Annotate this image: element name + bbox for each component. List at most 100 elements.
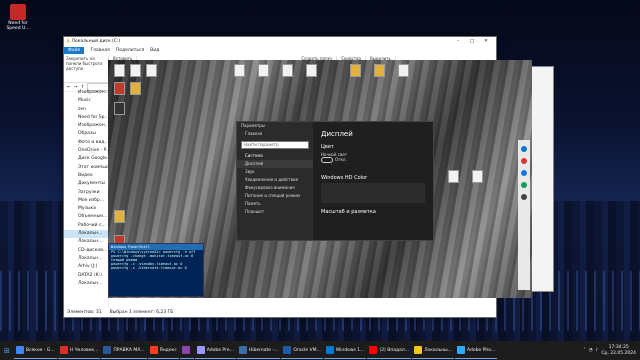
nav-item[interactable]: Изображен... xyxy=(64,89,108,97)
nav-item[interactable]: Локальн... xyxy=(64,238,108,246)
file-thumbnail[interactable] xyxy=(398,64,409,77)
settings-nav-item[interactable]: Планшет xyxy=(237,208,313,216)
nav-item[interactable]: Образы xyxy=(64,130,108,138)
nav-item[interactable]: Видео xyxy=(64,172,108,180)
file-thumbnail[interactable] xyxy=(234,64,245,77)
file-thumbnail[interactable] xyxy=(114,82,125,95)
tab-home[interactable]: Главная xyxy=(90,48,109,53)
file-thumbnail[interactable] xyxy=(282,64,293,77)
explorer-title: Локальный диск (C:) xyxy=(71,39,121,44)
nav-item[interactable]: CD-дисков... xyxy=(64,247,108,255)
settings-nav-item[interactable]: Питание и спящий режим xyxy=(237,192,313,200)
settings-nav-item[interactable]: Фокусировка внимания xyxy=(237,184,313,192)
file-thumbnail[interactable] xyxy=(114,102,125,115)
file-thumbnail[interactable] xyxy=(448,170,459,183)
status-selected: Выбран 1 элемент: 6,23 ГБ xyxy=(109,310,174,315)
start-button[interactable]: ⊞ xyxy=(0,347,14,355)
night-light-toggle[interactable]: Откл. xyxy=(321,157,425,163)
file-thumbnail[interactable] xyxy=(114,210,125,223)
network-icon[interactable]: ◔ xyxy=(589,348,593,353)
night-light-state: Откл. xyxy=(335,157,347,162)
nav-item[interactable]: Музыка xyxy=(64,205,108,213)
taskbar-app-button[interactable]: Всякое - G... xyxy=(13,343,57,359)
taskbar-app-button[interactable]: Яндекс xyxy=(147,343,179,359)
nav-item[interactable]: Need for Sp... xyxy=(64,114,108,122)
nav-item[interactable]: Локальн... xyxy=(64,280,108,288)
tab-view[interactable]: Вид xyxy=(150,48,159,53)
clock[interactable]: 17:34:25 Ср, 22.05.2024 xyxy=(601,345,636,357)
desktop: Need for Speed U... ▮ Локальный диск (C:… xyxy=(0,0,640,341)
desktop-icon-nfs[interactable]: Need for Speed U... xyxy=(4,4,32,31)
file-thumbnail[interactable] xyxy=(306,64,317,77)
taskbar-app-button[interactable]: Oracle VM... xyxy=(281,343,323,359)
edge-app-icon[interactable] xyxy=(521,158,527,164)
chevron-up-icon[interactable]: ˄ xyxy=(583,348,585,353)
taskbar-app-button[interactable]: Adobe Pre... xyxy=(194,343,236,359)
minimize-button[interactable]: – xyxy=(451,39,465,44)
nav-item[interactable]: Изображен... xyxy=(64,122,108,130)
app-icon xyxy=(15,346,24,354)
settings-nav-item[interactable]: Уведомления и действия xyxy=(237,176,313,184)
settings-window[interactable]: Параметры Главная Найти параметр Система… xyxy=(236,121,434,241)
taskbar-app-button[interactable]: Windows 1... xyxy=(323,343,367,359)
nav-item[interactable]: DATA2 (K:) xyxy=(64,272,108,280)
nav-item[interactable]: OneDrive - P... xyxy=(64,147,108,155)
settings-nav-item[interactable]: Память xyxy=(237,200,313,208)
file-thumbnail[interactable] xyxy=(114,64,125,77)
settings-search-input[interactable]: Найти параметр xyxy=(241,141,309,149)
edge-app-icon[interactable] xyxy=(521,146,527,152)
scale-heading: Масштаб и разметка xyxy=(321,209,376,215)
close-button[interactable]: ✕ xyxy=(479,39,493,44)
pin-button[interactable]: Закрепить на панели быстрого доступа xyxy=(66,56,109,80)
taskbar-app-button[interactable]: Hibernate -... xyxy=(236,343,281,359)
taskbar-app-button[interactable] xyxy=(179,343,194,359)
color-heading: Цвет xyxy=(321,144,334,150)
nav-item[interactable]: Локальн... xyxy=(64,230,108,239)
settings-section-label: Система xyxy=(245,153,263,158)
edge-app-icon[interactable] xyxy=(521,182,527,188)
file-thumbnail[interactable] xyxy=(350,64,361,77)
console-line: powercfg -x -hibernate-timeout-ac 0 xyxy=(111,266,187,270)
settings-nav-item[interactable]: Звук xyxy=(237,168,313,176)
file-thumbnail[interactable] xyxy=(472,170,483,183)
nav-item[interactable]: Загрузки xyxy=(64,189,108,197)
file-thumbnail[interactable] xyxy=(258,64,269,77)
file-thumbnail[interactable] xyxy=(146,64,157,77)
file-thumbnail[interactable] xyxy=(374,64,385,77)
tab-share[interactable]: Поделиться xyxy=(116,48,144,53)
maximize-button[interactable]: □ xyxy=(465,39,479,44)
edge-app-icon[interactable] xyxy=(521,170,527,176)
explorer-titlebar[interactable]: ▮ Локальный диск (C:) – □ ✕ xyxy=(64,37,496,46)
gear-icon[interactable] xyxy=(521,194,527,200)
taskbar-app-button[interactable]: ПРАВКА МА... xyxy=(101,343,147,359)
taskbar-app-button[interactable]: Adobe Pho... xyxy=(455,343,498,359)
nav-item[interactable]: Этот компьюте... xyxy=(64,164,108,172)
taskbar-app-button[interactable]: (2) Впадал... xyxy=(367,343,412,359)
nav-item[interactable]: Arhiv (J:) xyxy=(64,263,108,271)
taskbar-app-button[interactable]: Н Человек... xyxy=(57,343,101,359)
settings-nav-item[interactable]: Дисплей xyxy=(237,160,313,168)
taskbar-app-label: Oracle VM... xyxy=(293,347,321,353)
app-icon xyxy=(457,346,466,354)
app-icon xyxy=(238,346,247,354)
tab-file[interactable]: Файл xyxy=(64,46,85,54)
toggle-switch[interactable] xyxy=(321,157,333,163)
nav-item[interactable]: Локальн... xyxy=(64,255,108,263)
nav-item[interactable]: Music xyxy=(64,97,108,105)
taskbar-app-label: Локальны... xyxy=(424,347,453,353)
powershell-window[interactable]: Windows PowerShell PS C:\Windows\system3… xyxy=(108,243,204,297)
app-icon xyxy=(325,346,334,354)
nav-item[interactable]: zen xyxy=(64,106,108,114)
volume-icon[interactable]: ♪ xyxy=(596,348,599,353)
nav-item[interactable]: Рабочий с... xyxy=(64,222,108,230)
settings-home[interactable]: Главная xyxy=(237,130,313,138)
file-thumbnail[interactable] xyxy=(130,64,141,77)
nav-item[interactable]: Диск Google... xyxy=(64,155,108,163)
taskbar-app-button[interactable]: Локальны... xyxy=(412,343,455,359)
nav-item[interactable]: Фото и вид... xyxy=(64,139,108,147)
nav-item[interactable]: Объемные... xyxy=(64,213,108,221)
nav-item[interactable]: Документы xyxy=(64,180,108,188)
nav-item[interactable]: Мое избр... xyxy=(64,197,108,205)
folder-icon: ▮ xyxy=(67,39,70,44)
file-thumbnail[interactable] xyxy=(130,82,141,95)
